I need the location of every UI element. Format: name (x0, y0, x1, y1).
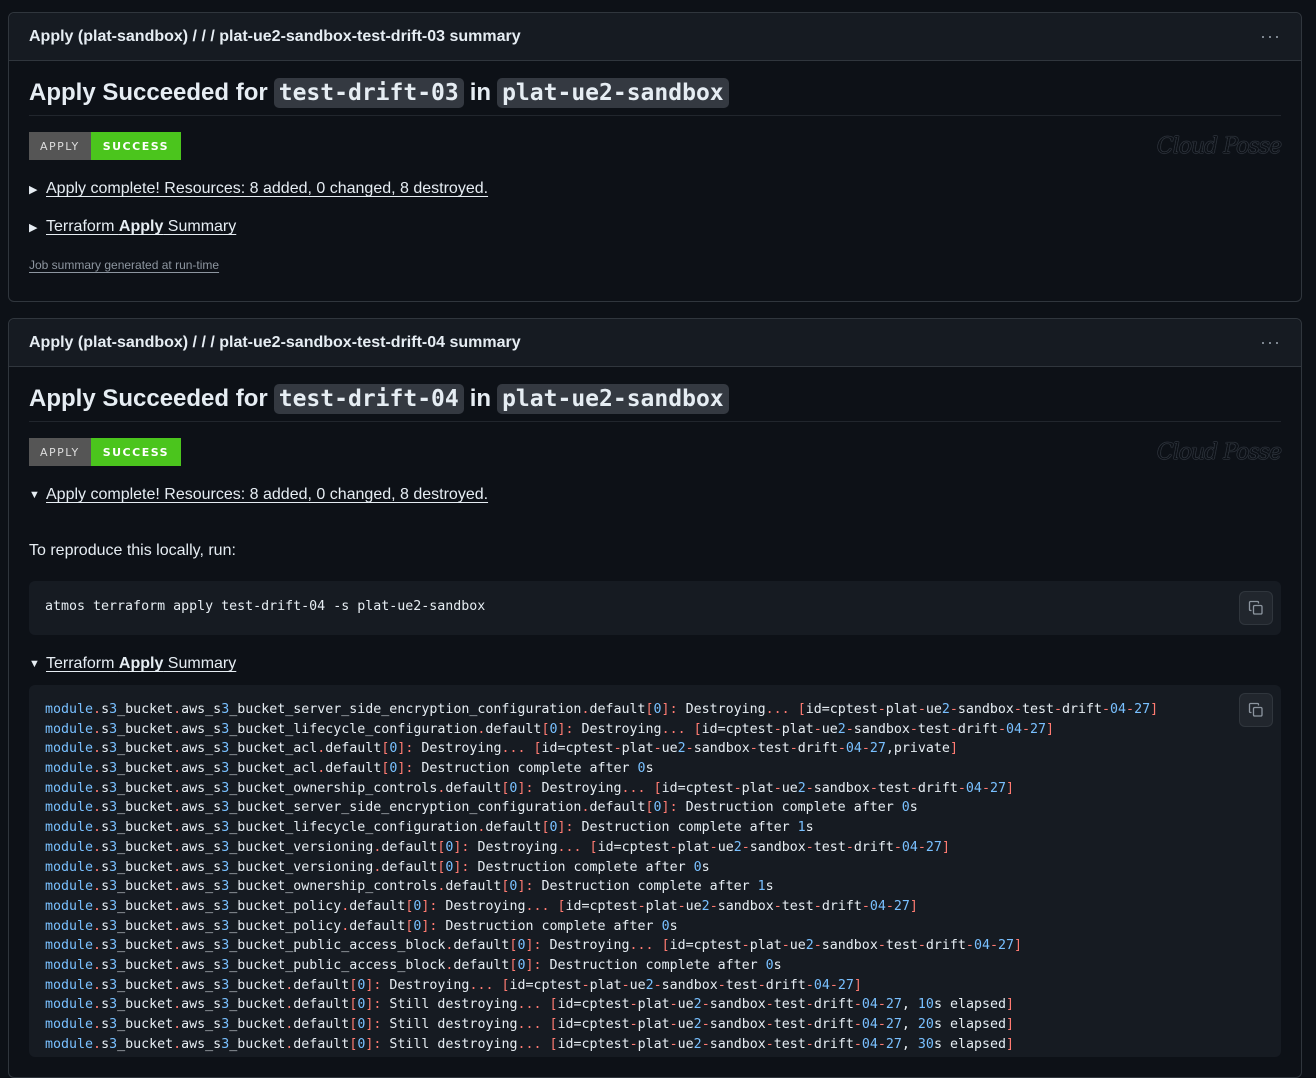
page-title: Apply Succeeded for test-drift-03 in pla… (29, 78, 1281, 116)
details-summary-text: Apply complete! Resources: 8 added, 0 ch… (46, 180, 489, 197)
cloudposse-logo: Cloud Posse (1156, 133, 1282, 159)
component-code: test-drift-04 (273, 384, 464, 414)
log-line: module.s3_bucket.aws_s3_bucket_server_si… (45, 800, 918, 816)
heading-prefix: Apply Succeeded for (29, 385, 268, 412)
page-title: Apply Succeeded for test-drift-04 in pla… (29, 384, 1281, 422)
log-line: module.s3_bucket.aws_s3_bucket_server_si… (45, 702, 1159, 717)
caret-right-icon: ▶ (29, 221, 38, 234)
log-line: module.s3_bucket.aws_s3_bucket.default[0… (45, 1036, 1015, 1052)
log-line: module.s3_bucket.aws_s3_bucket_policy.de… (45, 898, 918, 914)
heading-in: in (469, 79, 492, 106)
job-summary-link[interactable]: Job summary generated at run-time (29, 258, 1281, 272)
heading-in: in (469, 385, 492, 412)
heading-prefix: Apply Succeeded for (29, 79, 268, 106)
details-terraform-summary[interactable]: ▶ Terraform Apply Summary (29, 218, 1281, 236)
log-line: module.s3_bucket.aws_s3_bucket_ownership… (45, 879, 774, 895)
details-summary-text: Terraform Apply Summary (46, 218, 237, 235)
log-line: module.s3_bucket.aws_s3_bucket_versionin… (45, 859, 710, 875)
more-options-icon[interactable]: ··· (1260, 332, 1281, 353)
status-badge: APPLY SUCCESS (29, 132, 182, 160)
log-line: module.s3_bucket.aws_s3_bucket_ownership… (45, 780, 1014, 796)
stack-code: plat-ue2-sandbox (497, 384, 729, 414)
log-line: module.s3_bucket.aws_s3_bucket_lifecycle… (45, 721, 1055, 737)
details-summary-text: Apply complete! Resources: 8 added, 0 ch… (46, 486, 489, 503)
log-line: module.s3_bucket.aws_s3_bucket_acl.defau… (45, 741, 958, 757)
copy-icon (1248, 600, 1263, 615)
stack-code: plat-ue2-sandbox (497, 78, 729, 108)
terraform-log-code-block: module.s3_bucket.aws_s3_bucket_server_si… (29, 685, 1281, 1057)
copy-button[interactable] (1239, 693, 1273, 727)
log-line: module.s3_bucket.aws_s3_bucket_lifecycle… (45, 820, 814, 836)
details-summary-text: Terraform Apply Summary (46, 655, 237, 672)
caret-down-icon: ▼ (29, 489, 40, 501)
command-code-block: atmos terraform apply test-drift-04 -s p… (29, 581, 1281, 635)
log-line: module.s3_bucket.aws_s3_bucket.default[0… (45, 977, 862, 993)
summary-card-1: Apply (plat-sandbox) / / / plat-ue2-sand… (8, 12, 1302, 302)
log-line: module.s3_bucket.aws_s3_bucket_public_ac… (45, 957, 782, 973)
badge-label: APPLY (29, 132, 91, 160)
copy-icon (1248, 702, 1263, 717)
log-line: module.s3_bucket.aws_s3_bucket_acl.defau… (45, 761, 654, 777)
cloudposse-logo: Cloud Posse (1156, 439, 1282, 465)
card-title: Apply (plat-sandbox) / / / plat-ue2-sand… (29, 27, 521, 45)
card-header: Apply (plat-sandbox) / / / plat-ue2-sand… (9, 13, 1301, 61)
details-terraform-summary[interactable]: ▼ Terraform Apply Summary (29, 655, 1281, 673)
card-header: Apply (plat-sandbox) / / / plat-ue2-sand… (9, 319, 1301, 367)
more-options-icon[interactable]: ··· (1260, 26, 1281, 47)
caret-down-icon: ▼ (29, 658, 40, 670)
details-apply-complete[interactable]: ▶ Apply complete! Resources: 8 added, 0 … (29, 180, 1281, 198)
badge-label: APPLY (29, 438, 91, 466)
log-line: module.s3_bucket.aws_s3_bucket.default[0… (45, 997, 1015, 1013)
reproduce-text: To reproduce this locally, run: (29, 542, 236, 559)
log-line: module.s3_bucket.aws_s3_bucket_policy.de… (45, 918, 678, 934)
details-apply-complete[interactable]: ▼ Apply complete! Resources: 8 added, 0 … (29, 486, 1281, 504)
badge-status: SUCCESS (90, 438, 182, 466)
badge-status: SUCCESS (90, 132, 182, 160)
component-code: test-drift-03 (273, 78, 464, 108)
status-badge: APPLY SUCCESS (29, 438, 182, 466)
command-text: atmos terraform apply test-drift-04 -s p… (45, 599, 486, 614)
log-lines: module.s3_bucket.aws_s3_bucket_server_si… (45, 700, 1265, 1054)
copy-button[interactable] (1239, 591, 1273, 625)
log-line: module.s3_bucket.aws_s3_bucket_public_ac… (45, 938, 1022, 954)
summary-card-2: Apply (plat-sandbox) / / / plat-ue2-sand… (8, 318, 1302, 1078)
card-title: Apply (plat-sandbox) / / / plat-ue2-sand… (29, 333, 521, 351)
log-line: module.s3_bucket.aws_s3_bucket.default[0… (45, 1017, 1015, 1032)
log-line: module.s3_bucket.aws_s3_bucket_versionin… (45, 839, 950, 855)
caret-right-icon: ▶ (29, 183, 38, 196)
